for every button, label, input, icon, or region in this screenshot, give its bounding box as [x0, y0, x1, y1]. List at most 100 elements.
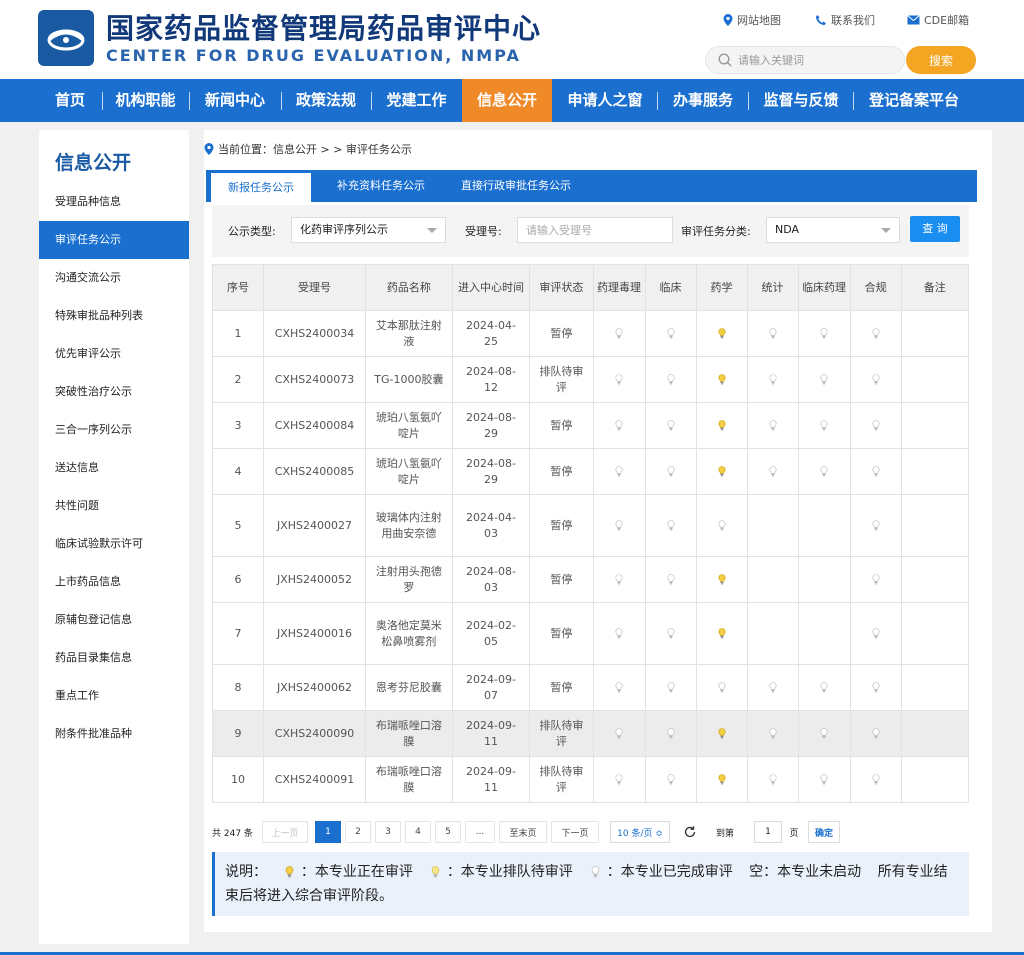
- accept-no-cell: JXHS2400027: [262, 494, 367, 557]
- last-page-button[interactable]: 至末页: [499, 821, 547, 843]
- sidebar-item-communication[interactable]: 沟通交流公示: [39, 259, 189, 297]
- next-page-button[interactable]: 下一页: [551, 821, 599, 843]
- nav-item-news[interactable]: 新闻中心: [190, 79, 280, 122]
- discipline-status-cell: [849, 494, 902, 557]
- type-select[interactable]: 化药审评序列公示: [291, 217, 446, 243]
- bulb-done-icon: [872, 628, 880, 639]
- refresh-icon[interactable]: [682, 821, 698, 843]
- tab-supplementary[interactable]: 补充资料任务公示: [321, 170, 441, 202]
- prev-page-button[interactable]: 上一页: [262, 821, 308, 843]
- nav-item-home[interactable]: 首页: [38, 79, 102, 122]
- site-header: 国家药品监督管理局药品审评中心 CENTER FOR DRUG EVALUATI…: [0, 0, 1024, 79]
- sidebar-item-marketed-drugs[interactable]: 上市药品信息: [39, 563, 189, 601]
- page-button[interactable]: 4: [405, 821, 431, 843]
- page-button[interactable]: 3: [375, 821, 401, 843]
- nav-item-org[interactable]: 机构职能: [103, 79, 188, 122]
- bulb-done-icon: [769, 728, 777, 739]
- entry-date-cell: 2024-08-29: [451, 402, 531, 449]
- confirm-page-button[interactable]: 确定: [808, 821, 840, 843]
- nav-item-info-disclosure[interactable]: 信息公开: [462, 79, 552, 122]
- mail-icon: [907, 15, 920, 25]
- discipline-status-cell: [592, 556, 646, 603]
- pagination: 共 247 条 上一页 1 2 3 4 5 ... 至末页 下一页 10 条/页…: [212, 821, 972, 843]
- task-category-select[interactable]: NDA: [766, 217, 900, 243]
- cde-logo[interactable]: [38, 10, 94, 66]
- sidebar-item-delivery[interactable]: 送达信息: [39, 449, 189, 487]
- nav-item-feedback[interactable]: 监督与反馈: [749, 79, 853, 122]
- page-ellipsis[interactable]: ...: [465, 821, 495, 843]
- sidebar-item-special-approval[interactable]: 特殊审批品种列表: [39, 297, 189, 335]
- tab-bar: 新报任务公示 补充资料任务公示 直接行政审批任务公示: [206, 170, 977, 202]
- sidebar-item-three-in-one[interactable]: 三合一序列公示: [39, 411, 189, 449]
- accept-no-label: 受理号:: [465, 225, 502, 238]
- legend-queue-text: ：本专业排队待审评: [446, 864, 573, 880]
- bulb-done-icon: [667, 728, 675, 739]
- bulb-done-icon: [615, 728, 623, 739]
- bulb-done-icon: [872, 728, 880, 739]
- nav-item-applicant[interactable]: 申请人之窗: [553, 79, 657, 122]
- discipline-status-cell: [849, 402, 902, 449]
- bulb-done-icon: [615, 374, 623, 385]
- col-header: 药品名称: [365, 264, 453, 311]
- bulb-done-icon: [872, 574, 880, 585]
- sidebar-item-catalog[interactable]: 药品目录集信息: [39, 639, 189, 677]
- goto-page-input[interactable]: 1: [754, 821, 782, 843]
- bulb-done-icon: [615, 466, 623, 477]
- bulb-done-icon: [667, 774, 675, 785]
- bulb-done-icon: [615, 628, 623, 639]
- search-button[interactable]: 搜索: [906, 46, 976, 74]
- contact-link[interactable]: 联系我们: [815, 12, 875, 28]
- sidebar-item-excipient-registration[interactable]: 原辅包登记信息: [39, 601, 189, 639]
- sidebar-item-breakthrough[interactable]: 突破性治疗公示: [39, 373, 189, 411]
- breadcrumb: 当前位置：信息公开 > > 审评任务公示: [204, 141, 412, 157]
- page-size-select[interactable]: 10 条/页 ≎: [610, 821, 670, 843]
- accept-no-input[interactable]: [517, 217, 673, 243]
- sidebar-item-key-work[interactable]: 重点工作: [39, 677, 189, 715]
- bulb-done-icon: [718, 682, 726, 693]
- discipline-status-cell: [644, 494, 697, 557]
- sidebar-item-priority[interactable]: 优先审评公示: [39, 335, 189, 373]
- accept-no-cell: JXHS2400052: [262, 556, 367, 603]
- email-link[interactable]: CDE邮箱: [907, 12, 969, 28]
- table-row: 6 JXHS2400052 注射用头孢德罗 2024-08-03 暂停: [212, 556, 970, 603]
- drug-name-cell: 琥珀八氢氨吖啶片: [365, 402, 453, 449]
- sidebar-item-implied-license[interactable]: 临床试验默示许可: [39, 525, 189, 563]
- bulb-active-icon: [718, 466, 726, 477]
- bulb-done-icon: [769, 682, 777, 693]
- table-row: 10 CXHS2400091 布瑞哌唑口溶膜 2024-09-11 排队待审评: [212, 756, 970, 803]
- query-button[interactable]: 查 询: [910, 216, 960, 242]
- type-select-value: 化药审评序列公示: [300, 223, 388, 236]
- tab-direct-approval[interactable]: 直接行政审批任务公示: [451, 170, 581, 202]
- bulb-done-icon: [615, 420, 623, 431]
- review-status-cell: 暂停: [529, 448, 594, 495]
- page-button[interactable]: 2: [345, 821, 371, 843]
- nav-item-services[interactable]: 办事服务: [658, 79, 748, 122]
- page-button[interactable]: 1: [315, 821, 341, 843]
- tab-new-tasks[interactable]: 新报任务公示: [211, 173, 311, 202]
- bulb-done-icon: [769, 774, 777, 785]
- search-input[interactable]: [738, 53, 888, 67]
- sidebar: 信息公开 受理品种信息 审评任务公示 沟通交流公示 特殊审批品种列表 优先审评公…: [39, 130, 189, 944]
- discipline-status-cell: [746, 664, 799, 711]
- sidebar-item-review-tasks[interactable]: 审评任务公示: [39, 221, 189, 259]
- discipline-status-cell: [746, 448, 799, 495]
- discipline-status-cell: [849, 556, 902, 603]
- sidebar-item-conditional[interactable]: 附条件批准品种: [39, 715, 189, 753]
- nav-item-party[interactable]: 党建工作: [372, 79, 461, 122]
- legend-empty-text: 空：本专业未启动: [749, 864, 862, 880]
- discipline-status-cell: [746, 494, 799, 557]
- accept-no-cell: CXHS2400085: [262, 448, 367, 495]
- bulb-done-icon: [872, 466, 880, 477]
- col-header: 合规: [849, 264, 902, 311]
- drug-name-cell: 布瑞哌唑口溶膜: [365, 710, 453, 757]
- sitemap-link[interactable]: 网站地图: [723, 12, 781, 28]
- nav-item-registry[interactable]: 登记备案平台: [854, 79, 974, 122]
- sidebar-item-accepted[interactable]: 受理品种信息: [39, 183, 189, 221]
- discipline-status-cell: [797, 756, 851, 803]
- bulb-done-icon: [667, 328, 675, 339]
- sidebar-item-common-issues[interactable]: 共性问题: [39, 487, 189, 525]
- nav-item-policy[interactable]: 政策法规: [282, 79, 370, 122]
- page-button[interactable]: 5: [435, 821, 461, 843]
- review-status-cell: 暂停: [529, 556, 594, 603]
- col-header: 备注: [900, 264, 970, 311]
